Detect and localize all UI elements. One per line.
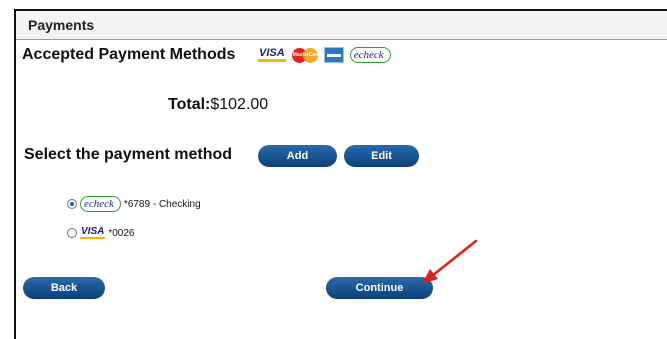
radio-visa[interactable]	[67, 228, 77, 238]
add-button[interactable]: Add	[258, 145, 337, 167]
total-label: Total:	[168, 96, 211, 113]
visa-logo-icon: VISA	[80, 226, 106, 239]
back-button[interactable]: Back	[23, 277, 105, 299]
total-value: $102.00	[210, 96, 269, 113]
accepted-methods-label: Accepted Payment Methods	[22, 46, 236, 63]
payment-option-checking[interactable]: echeck *6789 - Checking	[67, 196, 201, 212]
payments-header: Payments	[16, 11, 667, 40]
red-arrow-annotation	[422, 239, 478, 284]
visa-logo-icon: VISA	[258, 48, 286, 62]
echeck-logo-icon: echeck	[349, 47, 391, 63]
payment-option-text: *6789 - Checking	[123, 198, 201, 210]
payment-option-visa[interactable]: VISA *0026	[67, 227, 134, 239]
total-row: Total:$102.00	[168, 96, 268, 114]
continue-button[interactable]: Continue	[326, 277, 433, 299]
payment-option-text: *0026	[108, 227, 135, 239]
select-method-label: Select the payment method	[24, 146, 233, 163]
edit-button[interactable]: Edit	[344, 145, 419, 167]
mastercard-logo-icon: MasterCard	[291, 47, 320, 63]
page-title: Payments	[28, 17, 95, 33]
radio-checking[interactable]	[67, 199, 77, 209]
accepted-logos: VISA MasterCard echeck	[258, 45, 391, 65]
echeck-logo-icon: echeck	[80, 196, 121, 212]
amex-logo-icon	[323, 47, 344, 63]
